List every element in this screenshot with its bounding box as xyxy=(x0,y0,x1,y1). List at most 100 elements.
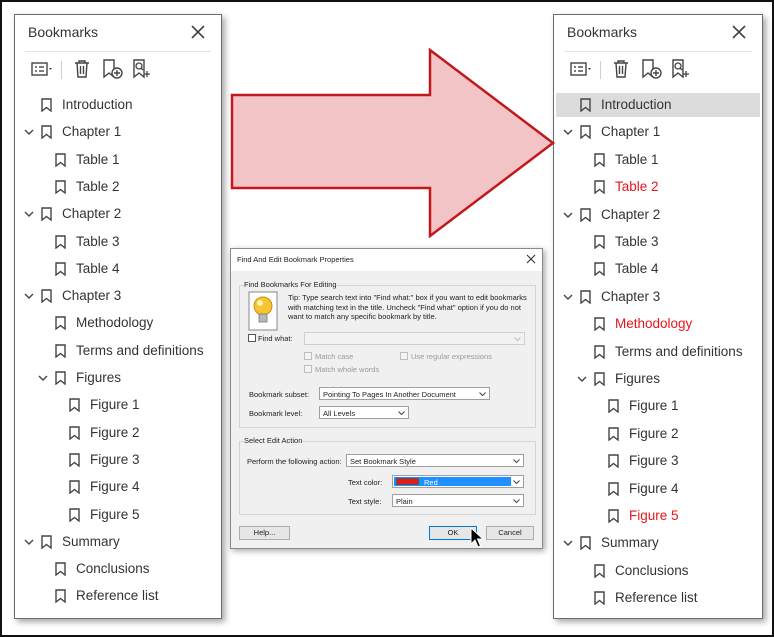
new-bookmark-icon[interactable] xyxy=(638,57,664,81)
bookmark-label: Figure 4 xyxy=(629,480,679,496)
level-select[interactable]: All Levels xyxy=(319,406,409,419)
bookmark-label: Figure 1 xyxy=(90,397,140,413)
bookmark-item[interactable]: Introduction xyxy=(17,93,219,117)
bookmark-item[interactable]: Table 1 xyxy=(556,148,760,172)
bookmark-icon xyxy=(41,207,52,222)
chevron-down-icon[interactable] xyxy=(576,373,588,385)
text-style-select[interactable]: Plain xyxy=(392,494,524,507)
bookmark-item[interactable]: Methodology xyxy=(556,312,760,336)
bookmark-icon xyxy=(580,98,591,112)
whole-words-checkbox[interactable] xyxy=(304,365,312,373)
bookmark-icon xyxy=(55,262,66,276)
chevron-down-icon[interactable] xyxy=(562,126,574,138)
bookmark-label: Figure 1 xyxy=(629,398,679,414)
chevron-down-icon xyxy=(513,480,520,485)
bookmark-item[interactable]: Table 3 xyxy=(17,230,219,254)
find-bookmark-icon[interactable] xyxy=(129,57,155,81)
bookmark-item[interactable]: Figure 2 xyxy=(17,421,219,445)
bookmark-label: Chapter 3 xyxy=(62,288,122,304)
bookmark-label: Figures xyxy=(615,371,661,386)
bookmark-item[interactable]: Chapter 3 xyxy=(17,284,219,308)
chevron-down-icon[interactable] xyxy=(37,372,49,384)
bookmark-item[interactable]: Chapter 2 xyxy=(17,202,219,226)
bookmark-item[interactable]: Figure 1 xyxy=(556,394,760,418)
bookmark-item[interactable]: Table 1 xyxy=(17,148,219,172)
bookmark-item[interactable]: Chapter 2 xyxy=(556,203,760,227)
bookmark-label: Summary xyxy=(601,535,659,551)
text-color-value: Red xyxy=(424,478,438,487)
bookmark-item[interactable]: Summary xyxy=(17,530,219,554)
bookmark-icon xyxy=(608,427,619,441)
subset-select[interactable]: Pointing To Pages In Another Document xyxy=(319,387,490,400)
find-what-input[interactable] xyxy=(304,332,525,345)
match-case-checkbox[interactable] xyxy=(304,352,312,360)
bookmark-item[interactable]: Figure 5 xyxy=(556,504,760,528)
chevron-down-icon[interactable] xyxy=(23,290,35,302)
bookmark-item[interactable]: Introduction xyxy=(556,93,760,117)
bookmark-item[interactable]: Figure 2 xyxy=(556,422,760,446)
bookmark-icon xyxy=(594,344,605,359)
bookmark-item[interactable]: Table 4 xyxy=(556,257,760,281)
bookmark-item[interactable]: Chapter 1 xyxy=(556,120,760,144)
bookmark-item[interactable]: Figures xyxy=(17,366,219,390)
new-bookmark-icon[interactable] xyxy=(99,57,125,81)
bookmark-label: Terms and definitions xyxy=(615,343,743,359)
bookmark-label: Table 2 xyxy=(76,178,120,194)
chevron-down-icon xyxy=(398,411,405,416)
bookmark-icon xyxy=(580,536,591,551)
chevron-down-icon[interactable] xyxy=(562,537,574,549)
bookmark-icon xyxy=(594,564,605,578)
bookmark-item[interactable]: Terms and definitions xyxy=(556,340,760,364)
bookmark-item[interactable]: Methodology xyxy=(17,311,219,335)
bookmark-item[interactable]: Figure 5 xyxy=(17,503,219,527)
bookmark-item[interactable]: Conclusions xyxy=(17,557,219,581)
options-menu-icon[interactable] xyxy=(568,57,594,81)
bookmark-icon xyxy=(608,454,619,469)
delete-icon[interactable] xyxy=(608,57,634,81)
bookmark-label: Figure 5 xyxy=(629,508,679,523)
bookmark-item[interactable]: Chapter 1 xyxy=(17,120,219,144)
bookmark-label: Chapter 2 xyxy=(601,206,661,222)
chevron-down-icon xyxy=(513,499,520,504)
bookmark-item[interactable]: Figures xyxy=(556,367,760,391)
find-bookmark-icon[interactable] xyxy=(668,57,694,81)
bookmark-item[interactable]: Table 4 xyxy=(17,257,219,281)
bookmark-item[interactable]: Terms and definitions xyxy=(17,339,219,363)
chevron-down-icon[interactable] xyxy=(562,209,574,221)
close-icon[interactable] xyxy=(189,23,207,41)
bookmark-item[interactable]: Table 3 xyxy=(556,230,760,254)
bookmark-icon xyxy=(41,98,52,112)
action-select[interactable]: Set Bookmark Style xyxy=(346,454,524,467)
bookmark-item[interactable]: Figure 4 xyxy=(556,477,760,501)
cancel-button[interactable]: Cancel xyxy=(486,526,534,540)
bookmark-item[interactable]: Figure 3 xyxy=(556,449,760,473)
chevron-down-icon[interactable] xyxy=(562,291,574,303)
bookmark-item[interactable]: Reference list xyxy=(556,586,760,610)
close-icon[interactable] xyxy=(730,23,748,41)
bookmark-item[interactable]: Chapter 3 xyxy=(556,285,760,309)
bookmark-item[interactable]: Reference list xyxy=(17,584,219,608)
bookmark-item[interactable]: Figure 4 xyxy=(17,475,219,499)
chevron-down-icon[interactable] xyxy=(23,536,35,548)
toolbar-divider xyxy=(600,61,601,79)
regex-label: Use regular expressions xyxy=(411,352,492,361)
bookmark-item[interactable]: Figure 1 xyxy=(17,393,219,417)
chevron-down-icon[interactable] xyxy=(23,208,35,220)
help-button[interactable]: Help... xyxy=(239,526,290,540)
bookmark-item[interactable]: Summary xyxy=(556,531,760,555)
text-color-select[interactable]: Red xyxy=(392,475,524,488)
close-icon[interactable] xyxy=(526,254,536,264)
bookmark-label: Chapter 1 xyxy=(62,124,122,140)
regex-checkbox[interactable] xyxy=(400,352,408,360)
chevron-down-icon[interactable] xyxy=(23,126,35,138)
delete-icon[interactable] xyxy=(69,57,95,81)
bookmark-item[interactable]: Table 2 xyxy=(556,175,760,199)
find-what-checkbox[interactable] xyxy=(248,334,256,342)
bookmark-icon xyxy=(41,289,52,304)
bookmark-item[interactable]: Table 2 xyxy=(17,175,219,199)
bookmark-item[interactable]: Conclusions xyxy=(556,559,760,583)
bookmark-icon xyxy=(594,591,605,606)
bookmark-item[interactable]: Figure 3 xyxy=(17,448,219,472)
match-case-label: Match case xyxy=(315,352,354,361)
options-menu-icon[interactable] xyxy=(29,57,55,81)
